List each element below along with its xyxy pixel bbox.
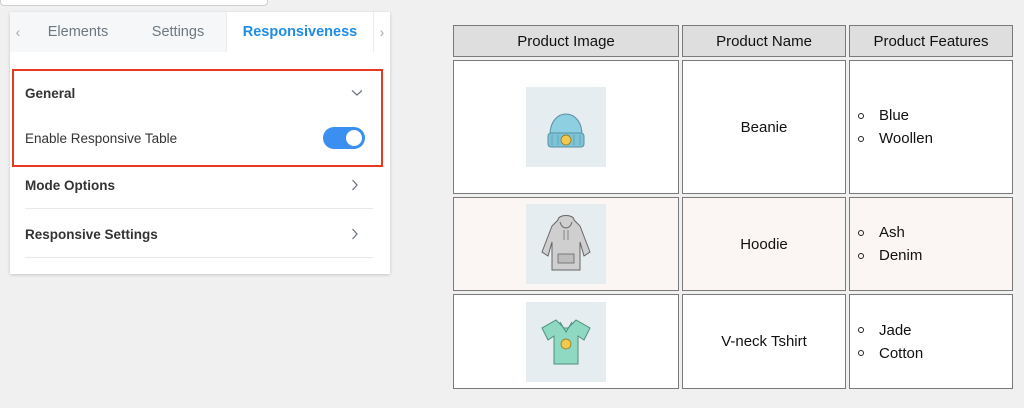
enable-responsive-toggle[interactable] <box>323 127 365 149</box>
features-cell: Blue Woollen <box>849 60 1013 194</box>
responsive-settings-header[interactable]: Responsive Settings <box>25 224 365 244</box>
features-cell: Jade Cotton <box>849 294 1013 389</box>
hoodie-image <box>526 204 606 284</box>
list-item: Jade <box>856 319 1012 342</box>
name-cell: V-neck Tshirt <box>682 294 846 389</box>
image-cell <box>453 60 679 194</box>
feature-text: Ash <box>879 224 905 241</box>
list-item: Cotton <box>856 342 1012 365</box>
toggle-knob <box>346 130 362 146</box>
list-item: Woollen <box>856 127 1012 150</box>
name-cell: Beanie <box>682 60 846 194</box>
list-item: Denim <box>856 244 1012 267</box>
feature-text: Woollen <box>879 130 933 147</box>
divider <box>25 257 373 258</box>
tab-scroll-left-icon[interactable]: ‹ <box>10 12 26 52</box>
image-cell <box>453 197 679 291</box>
tab-elements[interactable]: Elements <box>26 12 130 52</box>
general-section-title: General <box>25 85 76 101</box>
settings-panel: ‹ Elements Settings Responsiveness › Gen… <box>10 12 390 274</box>
tab-bar: ‹ Elements Settings Responsiveness › <box>10 12 390 52</box>
mode-options-title: Mode Options <box>25 177 115 193</box>
responsive-settings-title: Responsive Settings <box>25 226 158 242</box>
feature-text: Cotton <box>879 344 924 362</box>
table-row: Hoodie Ash Denim <box>453 197 1013 291</box>
features-cell: Ash Denim <box>849 197 1013 291</box>
header-product-image: Product Image <box>453 25 679 57</box>
tab-settings[interactable]: Settings <box>130 12 226 52</box>
feature-text: Blue <box>879 107 910 124</box>
header-product-features: Product Features <box>849 25 1013 57</box>
list-item: Blue <box>856 104 1012 127</box>
chevron-right-icon <box>351 179 365 191</box>
enable-responsive-label: Enable Responsive Table <box>25 130 178 146</box>
list-item: Ash <box>856 221 1012 244</box>
table-row: V-neck Tshirt Jade Cotton <box>453 294 1013 389</box>
product-table: Product Image Product Name Product Featu… <box>450 22 1016 392</box>
chevron-right-icon <box>351 228 365 240</box>
chevron-down-icon <box>351 89 365 97</box>
tshirt-image <box>526 301 606 382</box>
beanie-image <box>526 87 606 167</box>
header-product-name: Product Name <box>682 25 846 57</box>
tab-scroll-right-icon[interactable]: › <box>374 12 390 52</box>
search-input[interactable] <box>0 0 268 6</box>
feature-text: Jade <box>879 321 912 339</box>
general-section-header[interactable]: General <box>25 84 365 102</box>
tab-responsiveness[interactable]: Responsiveness <box>226 12 374 52</box>
enable-responsive-row: Enable Responsive Table <box>25 126 365 150</box>
name-cell: Hoodie <box>682 197 846 291</box>
image-cell <box>453 294 679 389</box>
divider <box>25 208 373 209</box>
mode-options-header[interactable]: Mode Options <box>25 175 365 195</box>
feature-text: Denim <box>879 247 923 264</box>
table-row: Beanie Blue Woollen <box>453 60 1013 194</box>
